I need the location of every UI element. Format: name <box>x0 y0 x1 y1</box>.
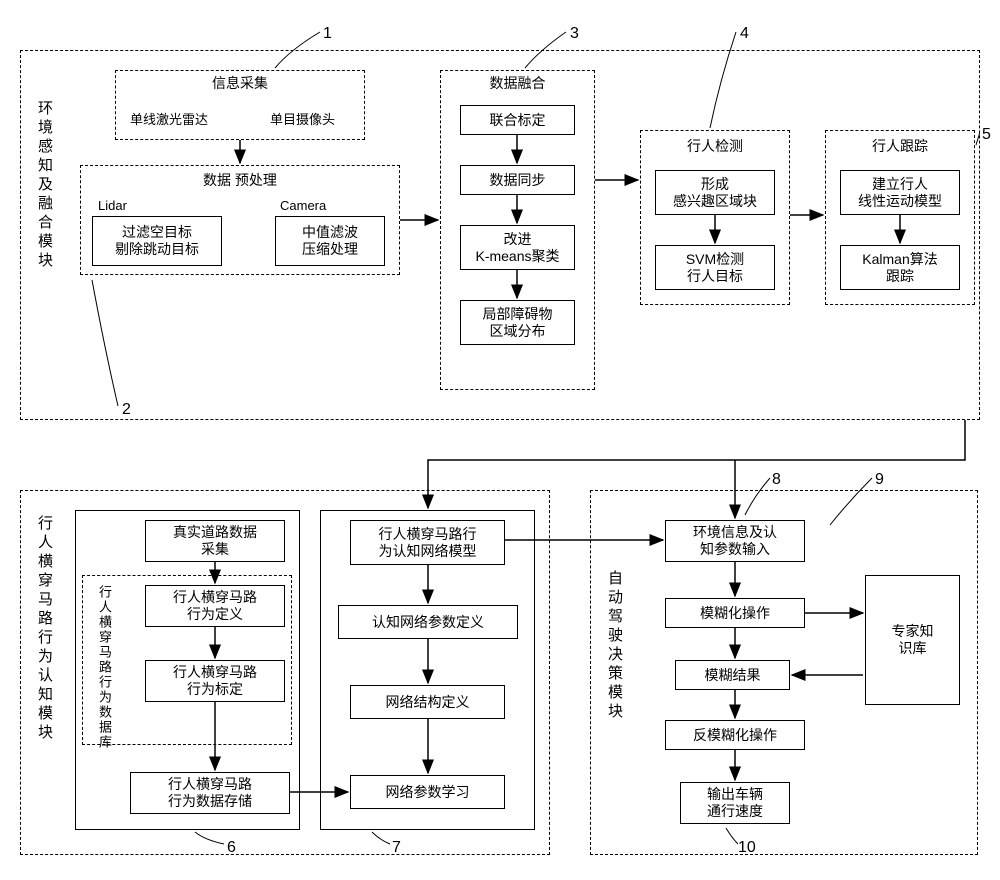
preprocessing-header: 数据 预处理 <box>80 172 400 189</box>
b10-kb-l1: 专家知 <box>892 623 934 640</box>
num-5: 5 <box>982 125 991 144</box>
detection-b2: SVM检测 行人目标 <box>655 245 775 290</box>
b10-b1: 环境信息及认 知参数输入 <box>665 520 805 562</box>
b6-b3-l1: 行人横穿马路 <box>173 664 257 681</box>
b6-b1: 真实道路数据 采集 <box>145 520 285 562</box>
info-collection-left: 单线激光雷达 <box>130 112 208 128</box>
fusion-b2: 数据同步 <box>460 165 575 195</box>
num-6: 6 <box>227 838 236 857</box>
b10-kb: 专家知 识库 <box>865 575 960 705</box>
fusion-b3-l1: 改进 <box>504 231 532 248</box>
b10-b3: 模糊结果 <box>675 660 790 690</box>
b6-b4-l1: 行人横穿马路 <box>168 776 252 793</box>
lidar-line1: 过滤空目标 <box>122 224 192 241</box>
diagram-canvas: 环境感知及融合模块 信息采集 单线激光雷达 单目摄像头 数据 预处理 Lidar… <box>20 20 980 860</box>
fusion-b4-l1: 局部障碍物 <box>483 306 553 323</box>
b6-b4: 行人横穿马路 行为数据存储 <box>130 772 290 814</box>
module-env-title: 环境感知及融合模块 <box>31 100 53 271</box>
detection-b2-l2: 行人目标 <box>687 268 743 285</box>
b7-b2: 认知网络参数定义 <box>338 605 518 639</box>
info-collection-right: 单目摄像头 <box>270 112 335 128</box>
b6-b2-l1: 行人横穿马路 <box>173 589 257 606</box>
b10-kb-l2: 识库 <box>899 640 927 657</box>
camera-label: Camera <box>280 198 326 214</box>
b7-b1-l1: 行人横穿马路行 <box>379 526 477 543</box>
tracking-header: 行人跟踪 <box>825 138 975 155</box>
fusion-header: 数据融合 <box>440 75 595 92</box>
tracking-b1-l2: 线性运动模型 <box>858 193 942 210</box>
b10-b1-l2: 知参数输入 <box>700 541 770 558</box>
b7-b4: 网络参数学习 <box>350 775 505 809</box>
tracking-b2: Kalman算法 跟踪 <box>840 245 960 290</box>
b7-b1-l2: 为认知网络模型 <box>379 543 477 560</box>
tracking-b2-l2: 跟踪 <box>886 268 914 285</box>
module-cognition-title: 行人横穿马路行为认知模块 <box>31 515 53 743</box>
b7-b3: 网络结构定义 <box>350 685 505 719</box>
b7-b1: 行人横穿马路行 为认知网络模型 <box>350 520 505 565</box>
b10-b2: 模糊化操作 <box>665 598 805 628</box>
detection-header: 行人检测 <box>640 138 790 155</box>
info-collection-header: 信息采集 <box>115 75 365 92</box>
fusion-b1: 联合标定 <box>460 105 575 135</box>
b6-b1-l1: 真实道路数据 <box>173 524 257 541</box>
b6-b3-l2: 行为标定 <box>187 681 243 698</box>
b6-b1-l2: 采集 <box>201 541 229 558</box>
detection-b1-l1: 形成 <box>701 176 729 193</box>
lidar-box: 过滤空目标 剔除跳动目标 <box>92 216 222 266</box>
camera-box: 中值滤波 压缩处理 <box>275 216 385 266</box>
fusion-b4: 局部障碍物 区域分布 <box>460 300 575 345</box>
num-10: 10 <box>738 838 756 857</box>
tracking-b1: 建立行人 线性运动模型 <box>840 170 960 215</box>
num-8: 8 <box>772 470 781 489</box>
tracking-b2-l1: Kalman算法 <box>862 251 937 268</box>
module-decision-title: 自动驾驶决策模块 <box>601 570 623 722</box>
lidar-line2: 剔除跳动目标 <box>115 241 199 258</box>
camera-line1: 中值滤波 <box>302 224 358 241</box>
b10-b5-l2: 通行速度 <box>707 803 763 820</box>
b6-db-label: 行人横穿马路行为数据库 <box>90 585 112 750</box>
detection-b1: 形成 感兴趣区域块 <box>655 170 775 215</box>
num-1: 1 <box>323 24 332 43</box>
b10-b4: 反模糊化操作 <box>665 720 805 750</box>
b6-b4-l2: 行为数据存储 <box>168 793 252 810</box>
num-9: 9 <box>875 470 884 489</box>
b6-b2: 行人横穿马路 行为定义 <box>145 585 285 627</box>
fusion-b4-l2: 区域分布 <box>490 323 546 340</box>
b6-b2-l2: 行为定义 <box>187 606 243 623</box>
tracking-b1-l1: 建立行人 <box>872 176 928 193</box>
detection-b1-l2: 感兴趣区域块 <box>673 193 757 210</box>
num-2: 2 <box>122 400 131 419</box>
fusion-b3-l2: K-means聚类 <box>475 248 559 265</box>
lidar-label: Lidar <box>98 198 127 214</box>
detection-b2-l1: SVM检测 <box>686 251 744 268</box>
b6-b3: 行人横穿马路 行为标定 <box>145 660 285 702</box>
b10-b5: 输出车辆 通行速度 <box>680 782 790 824</box>
num-4: 4 <box>740 24 749 43</box>
b10-b1-l1: 环境信息及认 <box>693 524 777 541</box>
camera-line2: 压缩处理 <box>302 241 358 258</box>
num-7: 7 <box>392 838 401 857</box>
num-3: 3 <box>570 24 579 43</box>
b10-b5-l1: 输出车辆 <box>707 786 763 803</box>
fusion-b3: 改进 K-means聚类 <box>460 225 575 270</box>
